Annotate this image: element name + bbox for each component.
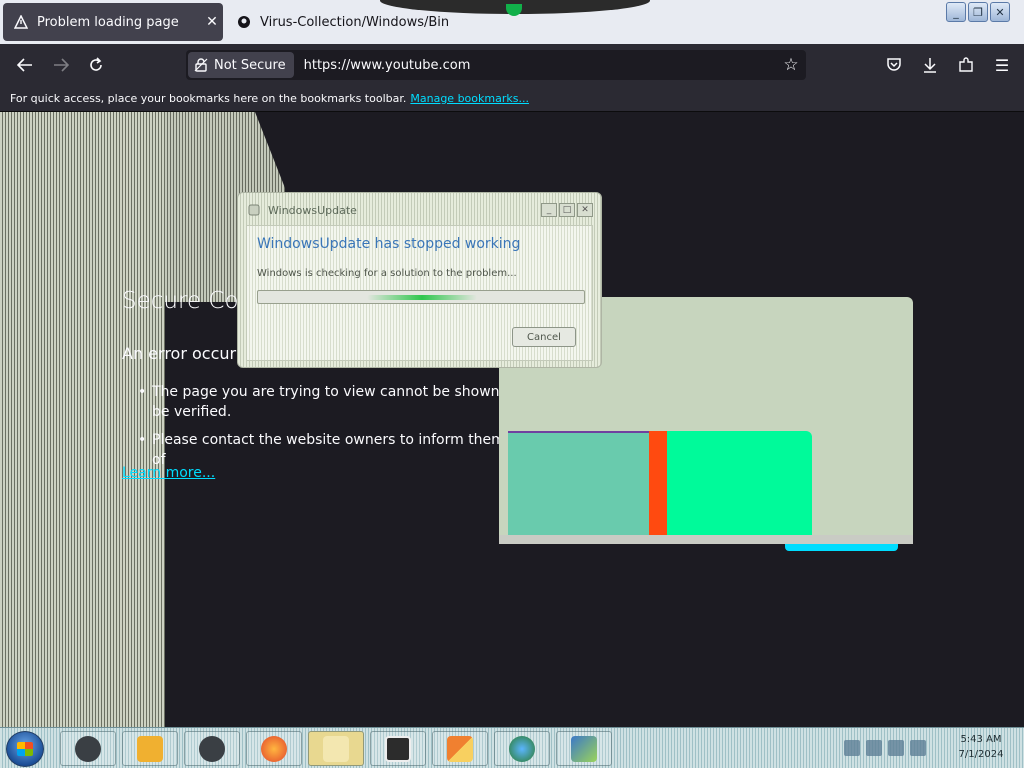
hamburger-menu-icon[interactable]: ☰ bbox=[990, 53, 1014, 77]
download-icon[interactable] bbox=[918, 53, 942, 77]
firefox-icon bbox=[261, 735, 287, 762]
taskbar-item-windows-update[interactable] bbox=[556, 731, 612, 766]
extensions-puzzle-icon[interactable] bbox=[954, 53, 978, 77]
navigation-bar: Not Secure https://www.youtube.com ☆ ☰ bbox=[0, 44, 1024, 86]
tray-monitor-icon[interactable] bbox=[888, 740, 904, 756]
dialog-app-icon bbox=[248, 204, 260, 216]
restore-icon[interactable]: ❐ bbox=[968, 2, 988, 22]
cancel-button[interactable]: Cancel bbox=[512, 327, 576, 347]
tab-title: Problem loading page bbox=[37, 14, 179, 30]
app-icon bbox=[447, 735, 473, 762]
taskbar-item-app3[interactable] bbox=[184, 731, 240, 766]
progress-bar bbox=[257, 290, 585, 304]
dialog-close-icon[interactable]: ✕ bbox=[577, 203, 593, 217]
error-bullet: Please contact the website owners to inf… bbox=[138, 430, 512, 470]
media-player-icon bbox=[137, 735, 163, 762]
clock-date: 7/1/2024 bbox=[958, 749, 1004, 760]
back-button[interactable] bbox=[12, 53, 38, 77]
taskbar-item-media[interactable] bbox=[122, 731, 178, 766]
manage-bookmarks-link[interactable]: Manage bookmarks... bbox=[410, 92, 529, 105]
forward-button[interactable] bbox=[48, 53, 74, 77]
close-tab-icon[interactable]: ✕ bbox=[201, 14, 223, 30]
glitch-stripes-left bbox=[0, 112, 165, 727]
dialog-maximize-icon[interactable]: □ bbox=[559, 203, 575, 217]
dialog-message: Windows is checking for a solution to th… bbox=[257, 268, 517, 279]
app-icon bbox=[75, 735, 101, 762]
folder-icon bbox=[323, 735, 349, 762]
tray-network-icon[interactable] bbox=[866, 740, 882, 756]
tray-volume-icon[interactable] bbox=[910, 740, 926, 756]
tab-bar: Problem loading page ✕ Virus-Collection/… bbox=[0, 0, 1024, 44]
system-clock[interactable]: 5:43 AM 7/1/2024 bbox=[946, 732, 1016, 762]
tab-title: Virus-Collection/Windows/Bin bbox=[260, 14, 448, 30]
reload-button[interactable] bbox=[83, 53, 109, 77]
window-controls: _ ❐ ✕ bbox=[946, 2, 1010, 22]
glitch-color-block bbox=[508, 431, 812, 535]
taskbar-item-app6[interactable] bbox=[370, 731, 426, 766]
glitch-teal-band bbox=[508, 431, 649, 535]
glitch-bottom-edge bbox=[499, 535, 913, 544]
app-icon bbox=[199, 735, 225, 762]
windows-update-icon bbox=[571, 735, 597, 762]
dialog-minimize-icon[interactable]: _ bbox=[541, 203, 557, 217]
error-bullet: The page you are trying to view cannot b… bbox=[138, 382, 512, 422]
system-tray bbox=[838, 732, 938, 764]
windows-logo-icon bbox=[17, 742, 33, 756]
warning-icon bbox=[13, 14, 29, 30]
globe-icon bbox=[509, 735, 535, 762]
pocket-icon[interactable] bbox=[882, 53, 906, 77]
not-secure-label: Not Secure bbox=[214, 57, 286, 73]
webcam-indicator bbox=[506, 4, 522, 16]
taskbar-item-app7[interactable] bbox=[432, 731, 488, 766]
start-button[interactable] bbox=[6, 731, 44, 767]
taskbar: 5:43 AM 7/1/2024 bbox=[0, 727, 1024, 768]
dialog-titlebar[interactable]: WindowsUpdate _ □ ✕ bbox=[238, 193, 601, 227]
tray-flag-icon[interactable] bbox=[844, 740, 860, 756]
glitch-red-band bbox=[649, 431, 667, 535]
clock-time: 5:43 AM bbox=[960, 734, 1002, 745]
taskbar-item-app8[interactable] bbox=[494, 731, 550, 766]
tab-problem-loading[interactable]: Problem loading page ✕ bbox=[3, 3, 223, 41]
taskbar-item-app1[interactable] bbox=[60, 731, 116, 766]
error-details-list: The page you are trying to view cannot b… bbox=[138, 382, 512, 478]
terminal-icon bbox=[385, 735, 411, 762]
toolbar-icons: ☰ bbox=[882, 53, 1014, 77]
not-secure-badge[interactable]: Not Secure bbox=[188, 52, 294, 78]
github-icon bbox=[236, 14, 252, 30]
learn-more-link[interactable]: Learn more... bbox=[122, 465, 215, 481]
dialog-body: WindowsUpdate has stopped working Window… bbox=[246, 225, 593, 361]
taskbar-item-explorer[interactable] bbox=[308, 731, 364, 766]
glitch-green-band bbox=[667, 431, 812, 535]
progress-indicator bbox=[367, 295, 477, 300]
dialog-window-controls: _ □ ✕ bbox=[541, 203, 593, 217]
error-dialog: WindowsUpdate _ □ ✕ WindowsUpdate has st… bbox=[237, 192, 602, 368]
unlocked-padlock-icon bbox=[194, 58, 208, 72]
error-title: Secure Co bbox=[122, 288, 239, 314]
bookmarks-hint: For quick access, place your bookmarks h… bbox=[10, 92, 407, 105]
error-subtitle: An error occurr bbox=[122, 344, 243, 363]
bookmarks-toolbar: For quick access, place your bookmarks h… bbox=[0, 86, 1024, 112]
dialog-title: WindowsUpdate bbox=[268, 204, 357, 217]
dialog-heading: WindowsUpdate has stopped working bbox=[257, 236, 521, 252]
url-text[interactable]: https://www.youtube.com bbox=[304, 58, 776, 73]
minimize-icon[interactable]: _ bbox=[946, 2, 966, 22]
url-bar[interactable]: Not Secure https://www.youtube.com ☆ bbox=[186, 50, 806, 80]
taskbar-item-firefox[interactable] bbox=[246, 731, 302, 766]
bookmark-star-icon[interactable]: ☆ bbox=[776, 55, 806, 75]
close-window-icon[interactable]: ✕ bbox=[990, 2, 1010, 22]
